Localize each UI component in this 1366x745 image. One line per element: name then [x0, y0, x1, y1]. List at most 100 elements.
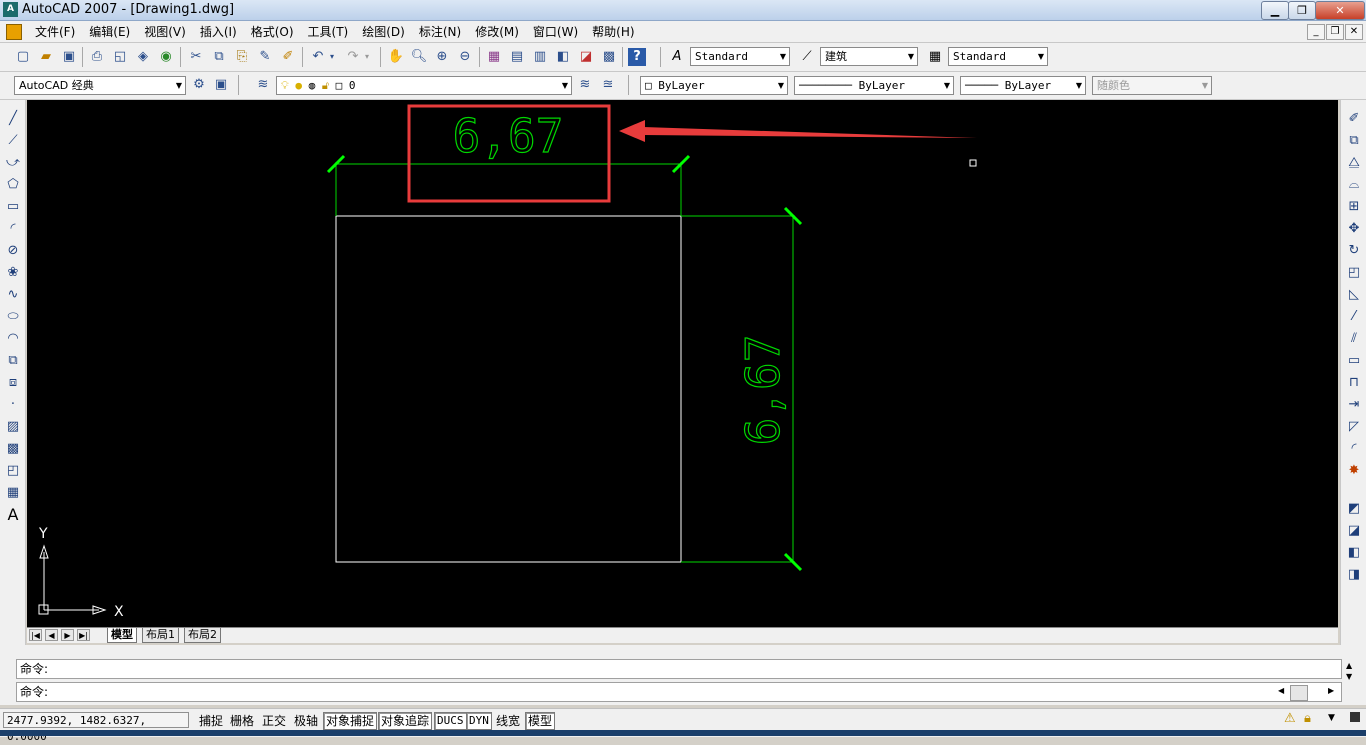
menu-help[interactable]: 帮助(H)	[585, 24, 641, 40]
mirror-icon[interactable]: ⧋	[1345, 154, 1363, 172]
tab-model[interactable]: 模型	[107, 628, 137, 643]
prev-tab-button[interactable]: ◀	[45, 629, 58, 641]
ortho-toggle[interactable]: 正交	[259, 712, 289, 730]
status-menu-icon[interactable]: ▼	[1328, 713, 1335, 723]
properties-icon[interactable]: ▦	[485, 48, 503, 66]
menu-view[interactable]: 视图(V)	[137, 24, 193, 40]
menu-dimension[interactable]: 标注(N)	[412, 24, 468, 40]
construction-line-icon[interactable]: ⟋	[4, 132, 22, 150]
coordinates-readout[interactable]: 2477.9392, 1482.6327, 0.0000	[3, 712, 189, 743]
menu-format[interactable]: 格式(O)	[244, 24, 301, 40]
save-icon[interactable]: ▣	[60, 48, 78, 66]
tool-palettes-icon[interactable]: ▥	[531, 48, 549, 66]
menu-draw[interactable]: 绘图(D)	[355, 24, 412, 40]
next-tab-button[interactable]: ▶	[61, 629, 74, 641]
zoom-realtime-icon[interactable]: 🔍︎	[410, 48, 428, 66]
horizontal-dim-text[interactable]: 6,67	[452, 108, 564, 163]
arc-icon[interactable]: ◜	[4, 220, 22, 238]
lineweight-select[interactable]: ───── ByLayer ▼	[960, 76, 1086, 95]
zoom-window-icon[interactable]: ⊕	[433, 48, 451, 66]
circle-icon[interactable]: ⊘	[4, 242, 22, 260]
erase-icon[interactable]: ✐	[1345, 110, 1363, 128]
doc-close-button[interactable]: ✕	[1345, 24, 1363, 40]
last-tab-button[interactable]: ▶|	[77, 629, 90, 641]
draworder-under-icon[interactable]: ◨	[1345, 566, 1363, 584]
calculator-icon[interactable]: ▩	[600, 48, 618, 66]
osnap-toggle[interactable]: 对象捕捉	[323, 712, 378, 730]
stretch-icon[interactable]: ◺	[1345, 286, 1363, 304]
insert-block-icon[interactable]: ⧉	[4, 352, 22, 370]
explode-icon[interactable]: ✸	[1345, 462, 1363, 480]
trim-icon[interactable]: ⁄	[1345, 308, 1363, 326]
multiline-text-icon[interactable]: A	[4, 506, 22, 524]
layer-manager-icon[interactable]: ≋	[254, 76, 272, 94]
rotate-icon[interactable]: ↻	[1345, 242, 1363, 260]
save-workspace-icon[interactable]: ▣	[212, 76, 230, 94]
scroll-up-icon[interactable]: ▲	[1346, 661, 1352, 670]
layer-select[interactable]: 💡︎ ● ◍ 🔓︎ □ 0 ▼	[276, 76, 572, 95]
menu-file[interactable]: 文件(F)	[28, 24, 82, 40]
polar-toggle[interactable]: 极轴	[291, 712, 321, 730]
menu-window[interactable]: 窗口(W)	[526, 24, 585, 40]
tab-layout1[interactable]: 布局1	[142, 628, 179, 643]
markup-icon[interactable]: ◪	[577, 48, 595, 66]
draworder-back-icon[interactable]: ◪	[1345, 522, 1363, 540]
open-icon[interactable]: ▰	[37, 48, 55, 66]
match-properties-icon[interactable]: ✎	[256, 48, 274, 66]
menu-tools[interactable]: 工具(T)	[301, 24, 356, 40]
scale-icon[interactable]: ◰	[1345, 264, 1363, 282]
draworder-front-icon[interactable]: ◩	[1345, 500, 1363, 518]
publish-icon[interactable]: ◈	[134, 48, 152, 66]
command-input[interactable]: 命令:	[16, 682, 1342, 702]
extend-icon[interactable]: ⫽	[1345, 330, 1363, 348]
fillet-icon[interactable]: ◜	[1345, 440, 1363, 458]
doc-restore-button[interactable]: ❐	[1326, 24, 1344, 40]
polyline-icon[interactable]: ⤻	[4, 154, 22, 172]
plot-icon[interactable]: ⎙	[88, 48, 106, 66]
autocad-app-icon[interactable]: A	[3, 2, 18, 17]
join-icon[interactable]: ⇥	[1345, 396, 1363, 414]
snap-toggle[interactable]: 捕捉	[196, 712, 226, 730]
draworder-above-icon[interactable]: ◧	[1345, 544, 1363, 562]
table-style-select[interactable]: Standard ▼	[948, 47, 1048, 66]
layer-previous-icon[interactable]: ≊	[599, 76, 617, 94]
otrack-toggle[interactable]: 对象追踪	[378, 712, 433, 730]
3d-dwf-icon[interactable]: ◉	[157, 48, 175, 66]
document-icon[interactable]	[6, 24, 22, 40]
make-block-icon[interactable]: ⧈	[4, 374, 22, 392]
toolbar-lock-icon[interactable]: 🔒︎	[1304, 711, 1311, 726]
copy-object-icon[interactable]: ⧉	[1345, 132, 1363, 150]
sheet-set-icon[interactable]: ◧	[554, 48, 572, 66]
revision-cloud-icon[interactable]: ❀	[4, 264, 22, 282]
dim-style-icon[interactable]: ⟋	[798, 48, 816, 66]
clean-screen-icon[interactable]	[1350, 712, 1360, 722]
ducs-toggle[interactable]: DUCS	[434, 712, 467, 730]
scroll-thumb[interactable]	[1290, 685, 1308, 701]
menu-insert[interactable]: 插入(I)	[193, 24, 244, 40]
ellipse-icon[interactable]: ⬭	[4, 308, 22, 326]
grid-toggle[interactable]: 栅格	[227, 712, 257, 730]
rectangle-geometry[interactable]	[335, 215, 682, 563]
scroll-down-icon[interactable]: ▼	[1346, 672, 1352, 681]
block-editor-icon[interactable]: ✐	[279, 48, 297, 66]
design-center-icon[interactable]: ▤	[508, 48, 526, 66]
undo-icon[interactable]: ↶	[309, 48, 327, 66]
array-icon[interactable]: ⊞	[1345, 198, 1363, 216]
text-style-icon[interactable]: A	[668, 48, 686, 66]
restore-button[interactable]: ❐	[1288, 1, 1316, 20]
move-icon[interactable]: ✥	[1345, 220, 1363, 238]
break-at-point-icon[interactable]: ▭	[1345, 352, 1363, 370]
redo-icon[interactable]: ↷	[344, 48, 362, 66]
menu-edit[interactable]: 编辑(E)	[82, 24, 137, 40]
break-icon[interactable]: ⊓	[1345, 374, 1363, 392]
rectangle-icon[interactable]: ▭	[4, 198, 22, 216]
pan-icon[interactable]: ✋	[387, 48, 405, 66]
horizontal-dimension[interactable]	[326, 154, 691, 216]
workspace-select[interactable]: AutoCAD 经典 ▼	[14, 76, 186, 95]
vertical-dim-text[interactable]: 6,67	[735, 334, 790, 446]
zoom-previous-icon[interactable]: ⊖	[456, 48, 474, 66]
table-style-icon[interactable]: ▦	[926, 48, 944, 66]
undo-dropdown-icon[interactable]: ▾	[327, 48, 337, 66]
table-icon[interactable]: ▦	[4, 484, 22, 502]
scroll-left-icon[interactable]: ◀	[1278, 686, 1284, 695]
